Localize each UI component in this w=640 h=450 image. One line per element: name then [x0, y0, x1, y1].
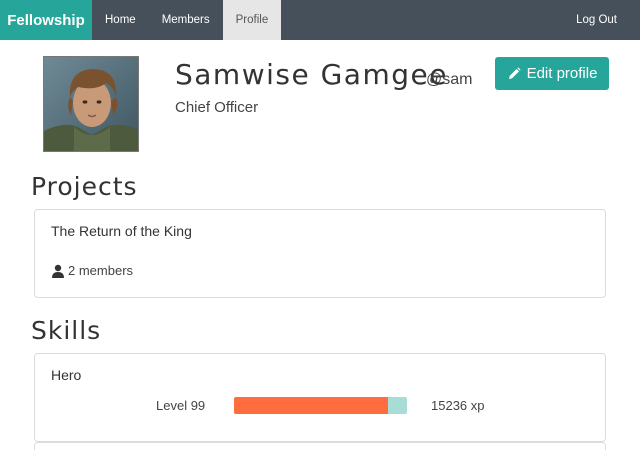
person-photo-icon — [44, 57, 138, 151]
navbar-spacer — [281, 0, 566, 40]
skill-level: Level 99 — [156, 398, 206, 413]
project-members: 2 members — [51, 263, 133, 278]
skill-name: Hero — [51, 367, 82, 383]
project-members-count: 2 members — [68, 263, 134, 278]
skills-heading: Skills — [31, 316, 102, 345]
nav-members[interactable]: Members — [149, 0, 223, 40]
skill-progress-bar — [234, 397, 407, 414]
profile-name: Samwise Gamgee — [175, 58, 448, 91]
brand-link[interactable]: Fellowship — [0, 0, 92, 40]
skill-xp: 15236 xp — [431, 398, 485, 413]
logout-link[interactable]: Log Out — [566, 0, 640, 40]
pencil-icon — [508, 66, 521, 79]
user-icon — [52, 264, 64, 278]
edit-profile-label: Edit profile — [526, 65, 598, 82]
nav-home[interactable]: Home — [92, 0, 149, 40]
profile-handle: @sam — [426, 71, 473, 88]
skill-card: Hero Level 99 15236 xp — [34, 353, 606, 442]
projects-heading: Projects — [31, 172, 138, 201]
profile-title: Chief Officer — [175, 99, 259, 116]
project-card[interactable]: The Return of the King 2 members — [34, 209, 606, 298]
skill-progress-fill — [234, 397, 388, 414]
nav-profile[interactable]: Profile — [222, 0, 282, 40]
project-name[interactable]: The Return of the King — [51, 223, 192, 239]
edit-profile-button[interactable]: Edit profile — [495, 57, 609, 90]
next-skill-card — [34, 442, 606, 450]
top-navbar: Fellowship Home Members Profile Log Out — [0, 0, 640, 40]
avatar — [43, 56, 139, 152]
